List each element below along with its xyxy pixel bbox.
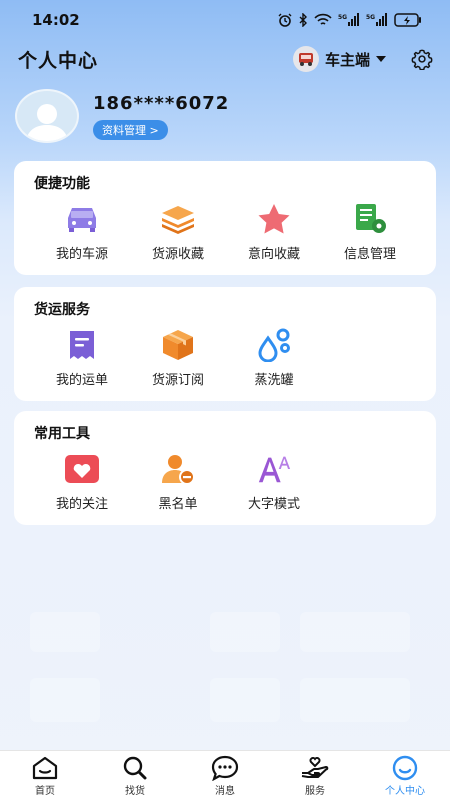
car-icon xyxy=(64,201,100,237)
nav-label: 个人中心 xyxy=(385,785,425,797)
nav-services[interactable]: 服务 xyxy=(270,751,360,800)
home-icon xyxy=(30,755,60,781)
layers-icon xyxy=(160,201,196,237)
header: 个人中心 车主端 xyxy=(0,42,450,76)
receipt-icon xyxy=(64,327,100,363)
tank-steam-wash-button[interactable]: 蒸洗罐 xyxy=(226,327,322,388)
cargo-favorites-button[interactable]: 货源收藏 xyxy=(130,201,226,262)
settings-button[interactable] xyxy=(410,47,434,71)
placeholder-block xyxy=(30,678,100,722)
my-follows-button[interactable]: 我的关注 xyxy=(34,451,130,512)
user-block-icon xyxy=(160,451,196,487)
large-font-mode-button[interactable]: 大字模式 xyxy=(226,451,322,512)
alarm-icon xyxy=(278,13,292,27)
bluetooth-icon xyxy=(299,13,307,27)
quick-functions-grid: 我的车源 货源收藏 意向收藏 信息管理 xyxy=(14,201,436,262)
profile-face-icon xyxy=(390,755,420,781)
my-vehicles-button[interactable]: 我的车源 xyxy=(34,201,130,262)
phone-number: 186****6072 xyxy=(93,92,230,114)
status-icons: 5G 5G xyxy=(278,13,422,27)
svg-text:5G: 5G xyxy=(366,14,375,21)
nav-label: 首页 xyxy=(35,785,55,797)
truck-avatar-icon xyxy=(292,46,319,72)
status-time: 14:02 xyxy=(32,11,80,29)
nav-label: 服务 xyxy=(305,785,325,797)
svg-text:5G: 5G xyxy=(338,14,347,21)
status-bar: 14:02 5G 5G xyxy=(0,0,450,40)
profile-section: 186****6072 资料管理 > xyxy=(15,88,435,144)
item-label: 货源收藏 xyxy=(151,247,204,262)
item-label: 信息管理 xyxy=(343,247,396,262)
item-label: 大字模式 xyxy=(247,497,300,512)
item-label: 我的车源 xyxy=(55,247,108,262)
item-label: 黑名单 xyxy=(158,497,198,512)
tools-card: 常用工具 我的关注 黑名单 大字模式 xyxy=(14,411,436,525)
font-size-icon xyxy=(256,451,292,487)
section-title: 货运服务 xyxy=(34,302,90,318)
info-management-button[interactable]: 信息管理 xyxy=(322,201,418,262)
search-icon xyxy=(120,755,150,781)
blacklist-button[interactable]: 黑名单 xyxy=(130,451,226,512)
bottom-nav: 首页 找货 消息 服务 个人中心 xyxy=(0,750,450,800)
placeholder-block xyxy=(300,612,410,652)
placeholder-block xyxy=(210,612,280,652)
quick-functions-card: 便捷功能 我的车源 货源收藏 意向收藏 信息管理 xyxy=(14,161,436,275)
placeholder-block xyxy=(30,612,100,652)
placeholder-block xyxy=(210,678,280,722)
wifi-icon xyxy=(314,13,332,25)
nav-profile[interactable]: 个人中心 xyxy=(360,751,450,800)
page-title: 个人中心 xyxy=(18,49,99,72)
document-gear-icon xyxy=(352,201,388,237)
freight-services-grid: 我的运单 货源订阅 蒸洗罐 xyxy=(14,327,436,388)
item-label: 意向收藏 xyxy=(247,247,300,262)
signal-5g-icon: 5G xyxy=(338,13,359,26)
heart-icon xyxy=(64,451,100,487)
box-icon xyxy=(160,327,196,363)
star-icon xyxy=(256,201,292,237)
water-drops-icon xyxy=(256,327,292,363)
role-label: 车主端 xyxy=(324,50,370,69)
freight-services-card: 货运服务 我的运单 货源订阅 蒸洗罐 xyxy=(14,287,436,401)
nav-find-cargo[interactable]: 找货 xyxy=(90,751,180,800)
item-label: 货源订阅 xyxy=(151,373,204,388)
nav-label: 找货 xyxy=(125,785,145,797)
intent-favorites-button[interactable]: 意向收藏 xyxy=(226,201,322,262)
placeholder-block xyxy=(300,678,410,722)
profile-info: 186****6072 资料管理 > xyxy=(93,93,229,140)
service-hand-icon xyxy=(300,755,330,781)
item-label: 蒸洗罐 xyxy=(254,373,294,388)
nav-messages[interactable]: 消息 xyxy=(180,751,270,800)
item-label: 我的关注 xyxy=(55,497,108,512)
role-switcher[interactable]: 车主端 xyxy=(292,46,386,72)
avatar[interactable] xyxy=(15,89,79,143)
item-label: 我的运单 xyxy=(55,373,108,388)
cargo-subscription-button[interactable]: 货源订阅 xyxy=(130,327,226,388)
gear-icon xyxy=(411,49,433,70)
message-icon xyxy=(210,755,240,781)
tools-grid: 我的关注 黑名单 大字模式 xyxy=(14,451,436,512)
nav-label: 消息 xyxy=(215,785,235,797)
chevron-down-icon xyxy=(376,56,386,62)
profile-manage-button[interactable]: 资料管理 > xyxy=(93,119,168,140)
my-waybills-button[interactable]: 我的运单 xyxy=(34,327,130,388)
section-title: 常用工具 xyxy=(34,426,90,442)
nav-home[interactable]: 首页 xyxy=(0,751,90,800)
battery-icon xyxy=(394,13,421,27)
signal-5g-icon-2: 5G xyxy=(366,13,387,26)
section-title: 便捷功能 xyxy=(34,176,90,192)
